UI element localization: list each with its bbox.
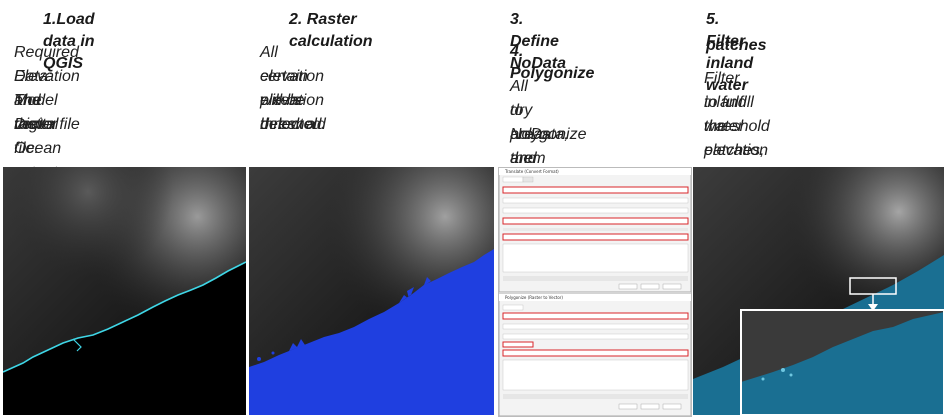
- dialog-1-nodata-highlight: [502, 217, 689, 225]
- step-3-desc-line-3: polygonize them: [510, 126, 587, 167]
- dialog-2-titlebar: Polygonize (Raster to Vector): [505, 295, 563, 300]
- filtered-water-image: [693, 167, 944, 415]
- qgis-dialogs-image: Translate (Convert Format) Polygonize (R…: [499, 168, 691, 416]
- step-1-desc-line-4: vector file.: [14, 116, 58, 157]
- raster-calc-image: [249, 167, 494, 415]
- dialog-1-output-highlight: [502, 233, 689, 241]
- filtered-water-panel: [693, 167, 944, 415]
- qgis-dialogs-panel: Translate (Convert Format) Polygonize (R…: [498, 167, 692, 417]
- dem-raster-panel: [3, 167, 246, 415]
- raster-calc-panel: [249, 167, 494, 415]
- dialog-1-input-layer-highlight: [502, 186, 689, 194]
- dialog-2-output-highlight: [502, 349, 689, 357]
- step-2-desc-line-3: will be detected.: [260, 92, 326, 133]
- dialog-1-titlebar: Translate (Convert Format): [504, 169, 559, 174]
- dialog-2-option-highlight: [502, 341, 534, 348]
- step-5-title-line-2: patches: [706, 37, 767, 54]
- dem-raster-image: [3, 167, 246, 415]
- dialog-2-input-layer-highlight: [502, 312, 689, 320]
- step-5-desc-line-3: threshold: [704, 118, 770, 135]
- zoom-inset: [740, 309, 944, 415]
